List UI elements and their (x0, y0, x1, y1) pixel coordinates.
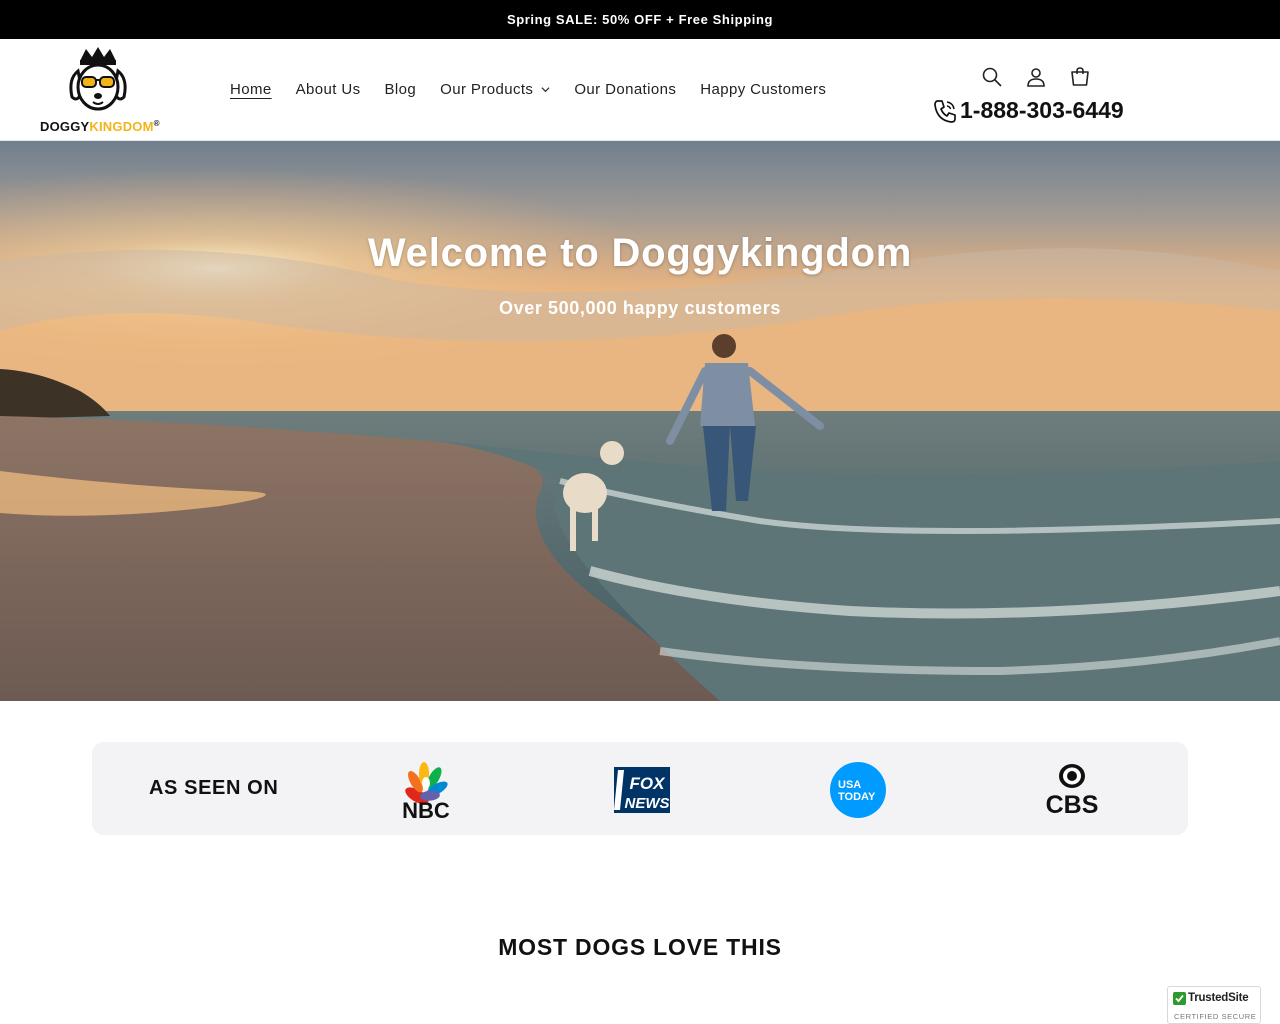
hero-title: Welcome to Doggykingdom (367, 231, 913, 275)
as-seen-on-bar: AS SEEN ON NBC FOX NEWS USA TODAY CBS (92, 742, 1188, 835)
nav-donations-label: Our Donations (574, 81, 677, 98)
phone-link[interactable]: 1-888-303-6449 (932, 97, 1124, 124)
hero-banner: Welcome to Doggykingdom Over 500,000 hap… (0, 141, 1280, 701)
nav-products-label: Our Products (440, 81, 534, 98)
cart-icon[interactable] (1068, 65, 1092, 89)
main-nav: Home About Us Blog Our Products Our Dona… (218, 77, 838, 102)
svg-text:USA: USA (838, 779, 861, 791)
phone-icon (934, 99, 956, 123)
section-title: MOST DOGS LOVE THIS (498, 934, 782, 960)
nav-blog[interactable]: Blog (373, 77, 429, 102)
nav-home[interactable]: Home (218, 77, 284, 102)
nav-about-us[interactable]: About Us (284, 77, 373, 102)
nav-about-label: About Us (295, 81, 361, 98)
hero-image (0, 141, 1280, 701)
trustedsite-title: TrustedSite (1188, 992, 1249, 1004)
check-icon (1173, 992, 1186, 1005)
brand-name-doggy: DOGGY (40, 119, 90, 134)
announcement-text: Spring SALE: 50% OFF + Free Shipping (506, 12, 774, 27)
nav-our-donations[interactable]: Our Donations (562, 77, 688, 102)
fox-news-logo: FOX NEWS (614, 767, 670, 813)
brand-name-kingdom: KINGDOM (89, 119, 154, 134)
cbs-logo: CBS (1046, 764, 1099, 819)
registered-mark: ® (153, 119, 160, 128)
header-actions (980, 65, 1092, 89)
svg-text:NBC: NBC (402, 798, 450, 822)
nbc-logo: NBC (402, 762, 450, 822)
svg-text:FOX: FOX (630, 774, 667, 793)
brand-wordmark: DOGGYKINGDOM® (40, 119, 160, 134)
phone-number: 1-888-303-6449 (960, 97, 1124, 123)
brand-logo[interactable]: DOGGYKINGDOM® (38, 47, 178, 135)
as-seen-on-label: AS SEEN ON (149, 777, 279, 799)
svg-text:TODAY: TODAY (838, 791, 876, 803)
hero-subtitle: Over 500,000 happy customers (499, 298, 781, 318)
search-icon[interactable] (980, 65, 1004, 89)
chevron-down-icon (541, 87, 550, 93)
svg-text:NEWS: NEWS (625, 795, 670, 812)
nav-happy-customers[interactable]: Happy Customers (688, 77, 838, 102)
svg-text:CBS: CBS (1046, 791, 1099, 819)
trustedsite-badge[interactable]: TrustedSite CERTIFIED SECURE (1167, 986, 1261, 1024)
announcement-bar: Spring SALE: 50% OFF + Free Shipping (0, 0, 1280, 39)
nav-blog-label: Blog (384, 81, 417, 98)
trustedsite-subtitle: CERTIFIED SECURE (1174, 1012, 1257, 1021)
dog-king-logo-icon (69, 47, 127, 111)
nav-happy-label: Happy Customers (700, 81, 827, 98)
site-header: DOGGYKINGDOM® Home About Us Blog Our Pro… (0, 39, 1280, 141)
account-icon[interactable] (1024, 65, 1048, 89)
nav-our-products[interactable]: Our Products (428, 77, 562, 102)
nav-home-label: Home (230, 81, 272, 98)
usa-today-logo: USA TODAY (830, 762, 886, 818)
